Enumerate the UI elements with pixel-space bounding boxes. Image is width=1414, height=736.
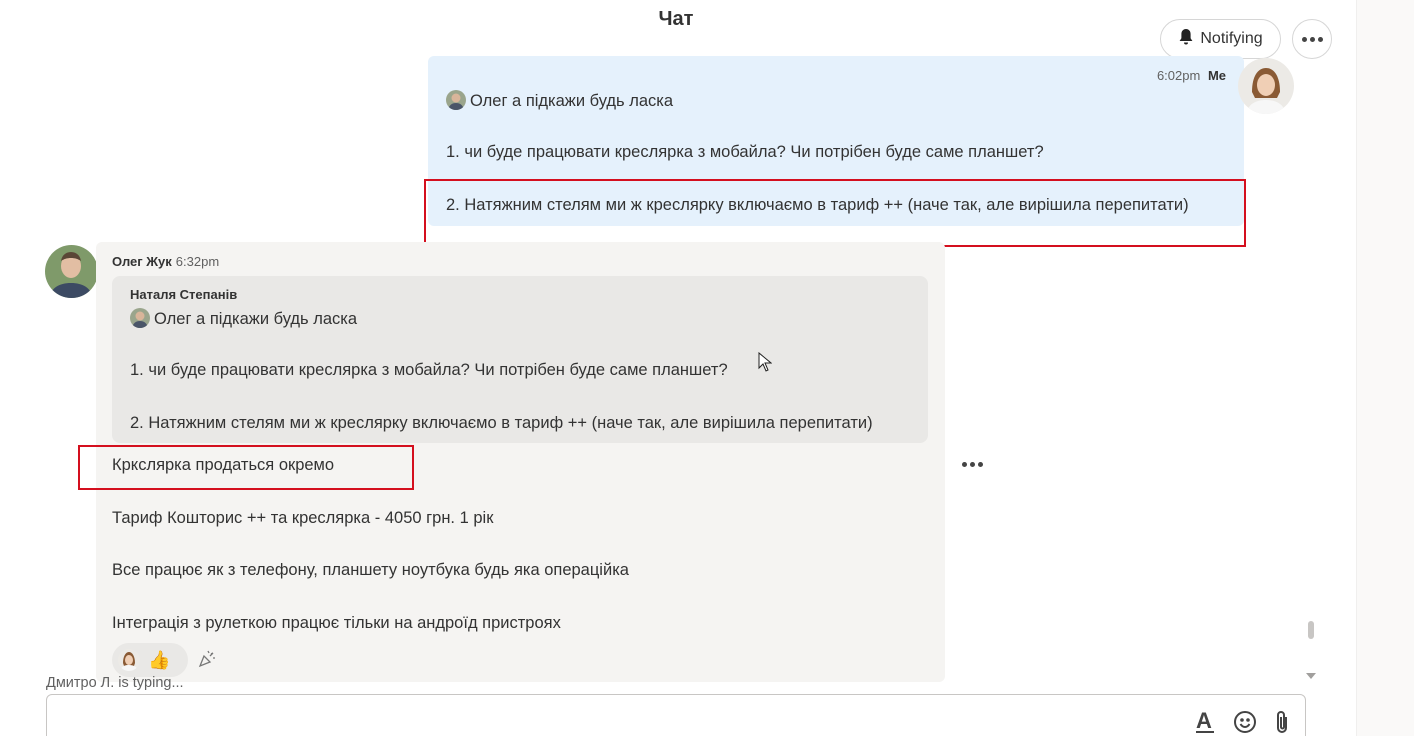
highlight-box-question [424,179,1246,247]
add-reaction-icon[interactable] [196,648,218,675]
scroll-down-arrow[interactable] [1306,673,1316,679]
mention-avatar [130,308,150,328]
reply-line-3: Все працює як з телефону, планшету ноутб… [112,561,629,579]
my-message-author: Me [1207,68,1226,83]
bell-icon [1178,28,1194,51]
more-options-button[interactable] [1292,19,1332,59]
reply-line-4: Інтеграція з рулеткою працює тільки на а… [112,614,561,632]
attach-icon[interactable] [1273,709,1291,736]
quoted-text-1: Олег а підкажи будь ласка [154,310,358,328]
mention-avatar [446,90,466,110]
my-avatar[interactable] [1238,58,1294,114]
my-message-line-2: 1. чи буде працювати креслярка з мобайла… [446,143,1044,161]
svg-text:A: A [1196,709,1212,733]
highlight-box-answer [78,445,414,490]
oleg-avatar[interactable] [45,245,98,298]
my-message-time: 6:02pm [1156,68,1201,83]
my-message-meta: 6:02pm Me [1157,68,1226,83]
my-message-text-1: Олег а підкажи будь ласка [470,92,674,110]
quoted-line-1: Олег а підкажи будь ласка [130,308,357,329]
reply-meta: Олег Жук 6:32pm [112,254,219,269]
more-icon [1301,36,1323,42]
my-message-line-1: Олег а підкажи будь ласка [446,90,673,111]
notify-button[interactable]: Notifying [1160,19,1281,59]
reply-time: 6:32pm [175,254,220,269]
reactor-avatar [118,649,140,671]
format-text-icon[interactable]: A [1195,708,1217,736]
quoted-line-2: 1. чи буде працювати креслярка з мобайла… [130,361,728,379]
page-title: Чат [658,8,694,30]
mouse-cursor-icon [758,351,773,377]
notify-label: Notifying [1200,30,1263,47]
quoted-line-3: 2. Натяжним стелям ми ж креслярку включа… [130,414,873,432]
quoted-message[interactable]: Наталя Степанів Олег а підкажи будь ласк… [112,276,928,443]
reply-line-2: Тариф Кошторис ++ та креслярка - 4050 гр… [112,509,494,527]
reply-author: Олег Жук [112,254,172,269]
quoted-author: Наталя Степанів [130,287,238,302]
message-more-icon[interactable] [962,462,983,467]
message-composer[interactable]: A [46,694,1306,736]
typing-indicator: Дмитро Л. is typing... [46,675,184,691]
right-panel-edge [1356,0,1414,736]
emoji-icon[interactable] [1233,710,1257,736]
reaction-pill[interactable]: 👍 [112,643,188,677]
reaction-emoji: 👍 [148,649,171,670]
scrollbar-thumb[interactable] [1308,621,1314,639]
